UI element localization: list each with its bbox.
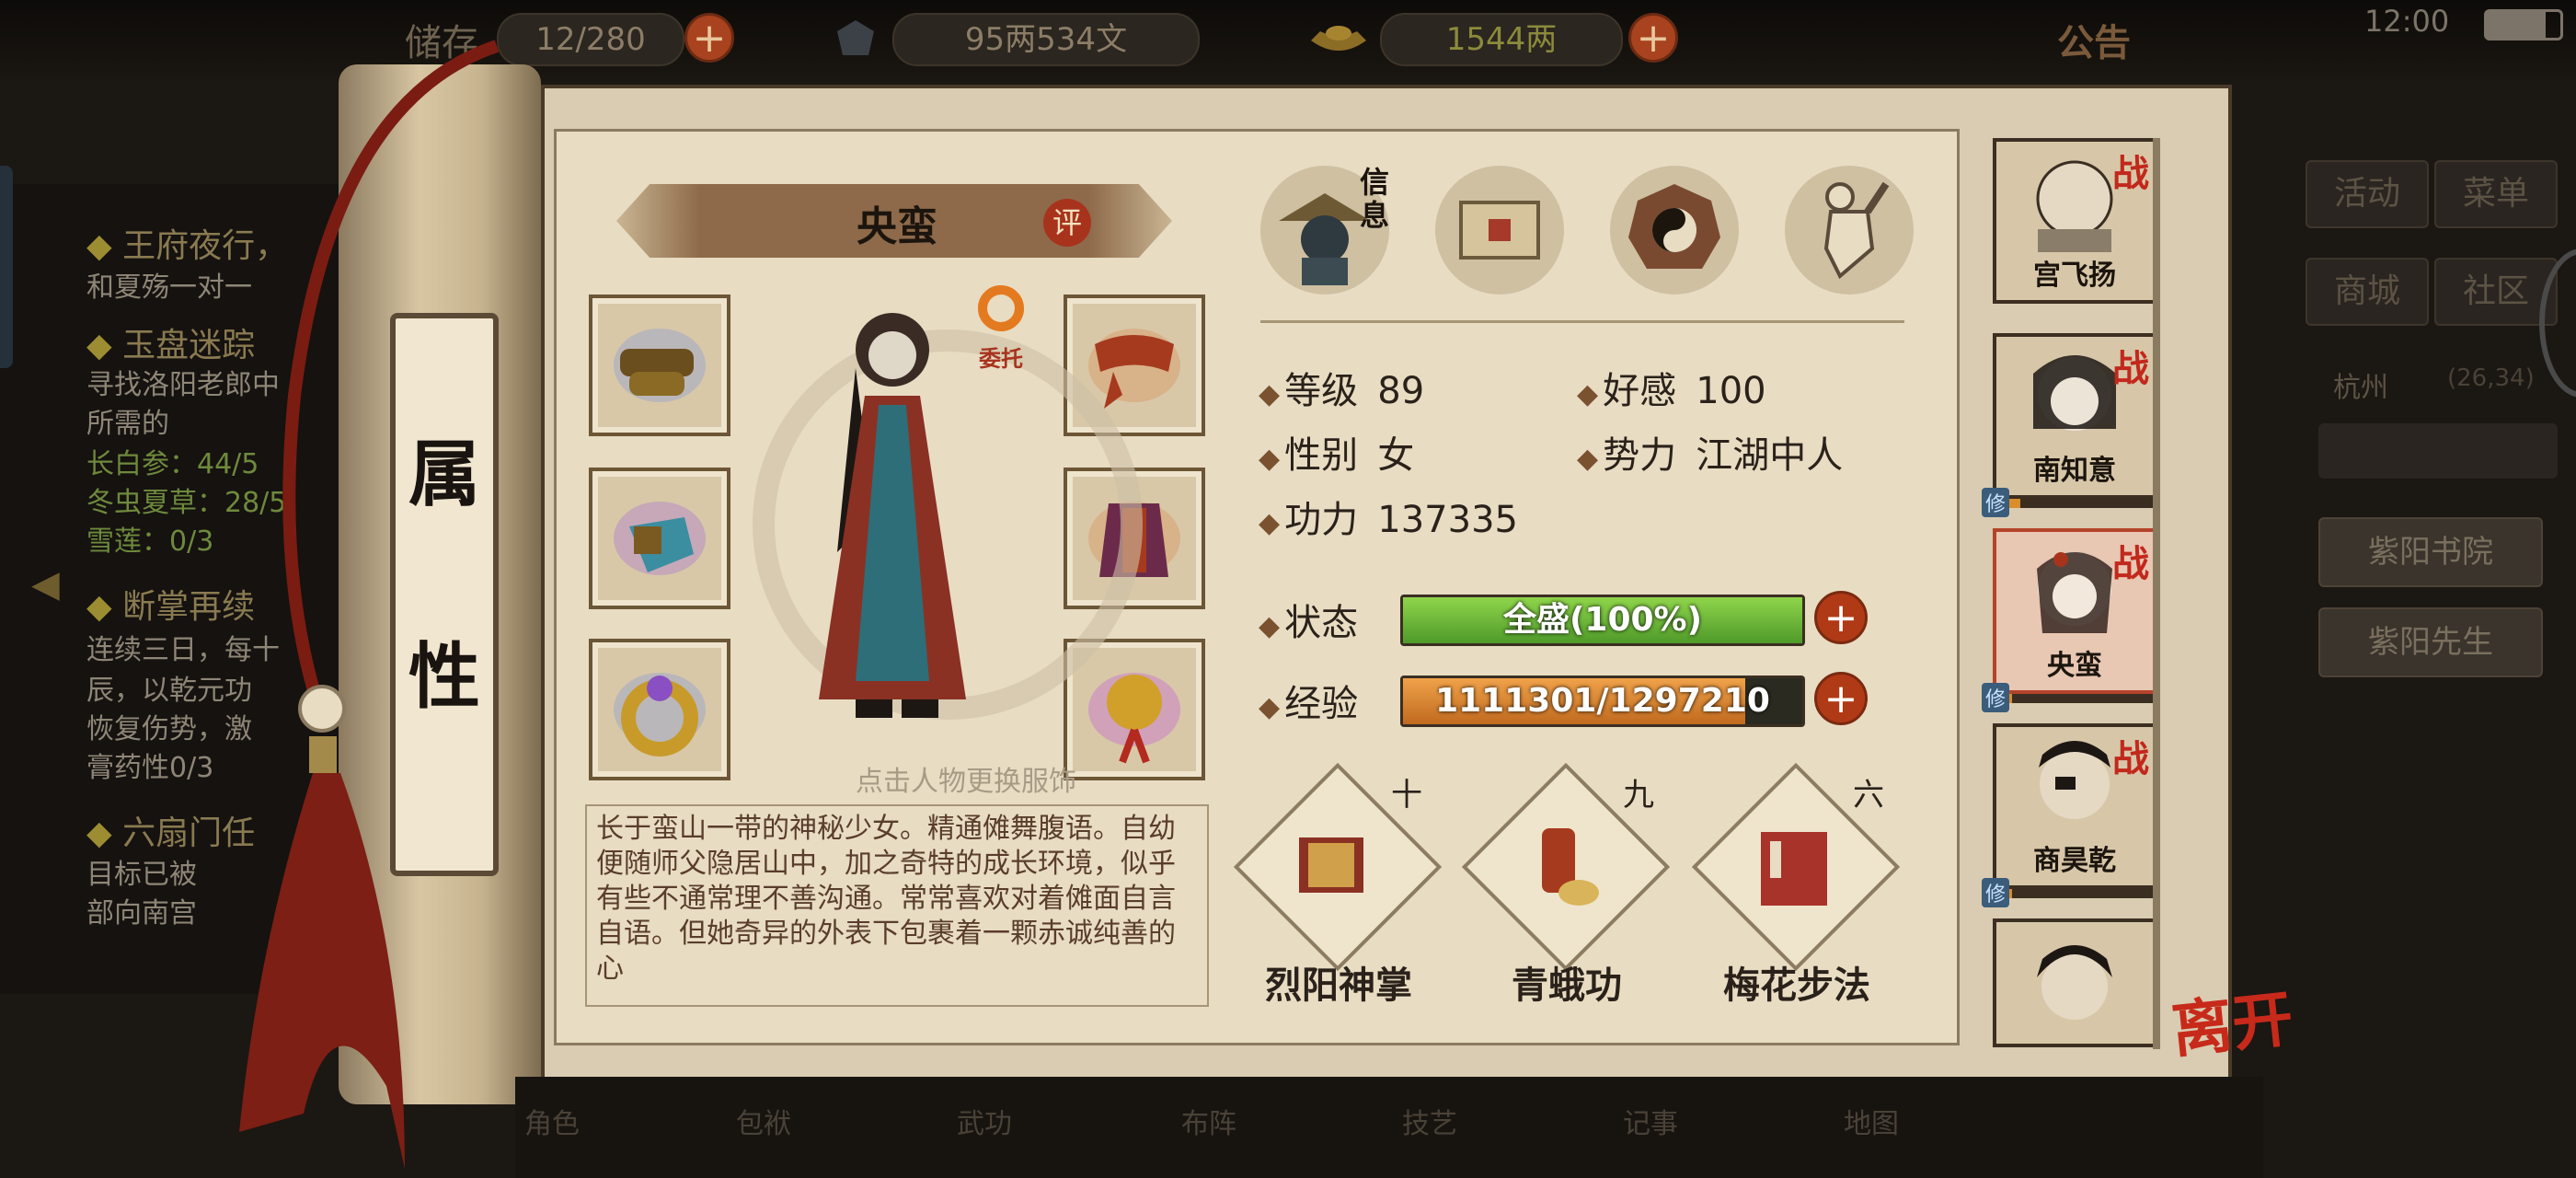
evaluate-button[interactable]: 评 — [1043, 199, 1091, 247]
gold-amount: 1544两 — [1380, 13, 1623, 66]
power-row: ◆ 功力 137335 — [1259, 499, 1518, 541]
location-button-1[interactable]: 紫阳书院 — [2318, 517, 2543, 587]
status-value: 全盛(100%) — [1502, 601, 1703, 639]
nav-bag[interactable]: 包袱 — [736, 1101, 791, 1141]
gauntlet-icon — [614, 502, 706, 575]
character-description: 长于蛮山一带的神秘少女。精通傩舞腹语。自幼便随师父隐居山中，加之奇特的成长环境，… — [585, 804, 1209, 1007]
city-name: 杭州 — [2333, 372, 2388, 404]
quest-body-4a: 目标已被 — [86, 859, 197, 891]
tab-bagua[interactable] — [1610, 166, 1739, 294]
manual-book-icon — [1761, 832, 1827, 906]
battery-icon — [2484, 9, 2563, 40]
delegate-icon[interactable] — [964, 276, 1038, 341]
nav-map[interactable]: 地图 — [1844, 1101, 1899, 1141]
character-name: 央蛮 — [857, 203, 937, 250]
tassel-decoration — [239, 40, 500, 1169]
attribute-tab[interactable]: 属 性 — [390, 313, 499, 876]
delegate-label: 委托 — [979, 346, 1023, 372]
roster-scrollbar[interactable] — [2153, 138, 2160, 1049]
tab-body[interactable] — [1785, 166, 1914, 294]
quest-item-3: 雪莲：0/3 — [86, 525, 214, 558]
activity-button[interactable]: 活动 — [2306, 160, 2429, 228]
tab-divider — [1260, 320, 1904, 323]
skill-level-2: 九 — [1623, 777, 1654, 814]
nav-skills[interactable]: 技艺 — [1402, 1101, 1457, 1141]
equip-slot-ring[interactable] — [589, 639, 730, 780]
faction-row: ◆ 势力 江湖中人 — [1577, 434, 1844, 477]
compass-strip — [2318, 423, 2558, 479]
character-portrait[interactable] — [745, 276, 1178, 755]
nav-formation[interactable]: 布阵 — [1181, 1101, 1236, 1141]
document-icon — [1459, 201, 1540, 260]
announcement-button[interactable]: 公告 — [2057, 13, 2131, 66]
exp-add-button[interactable]: + — [1814, 672, 1868, 725]
palm-scroll-icon — [1299, 837, 1363, 893]
gold-ingot-icon — [1306, 15, 1371, 63]
portrait-long-hair-man — [2037, 945, 2112, 1020]
level-row: ◆ 等级 89 — [1259, 370, 1425, 412]
status-label: ◆ 状态 — [1259, 602, 1359, 644]
gender-value: 女 — [1377, 434, 1415, 477]
menu-button[interactable]: 菜单 — [2434, 160, 2558, 228]
nav-role[interactable]: 角色 — [524, 1101, 580, 1141]
gold-add-button[interactable]: + — [1628, 13, 1678, 63]
faction-value: 江湖中人 — [1696, 434, 1844, 477]
quest-body-2b: 所需的 — [86, 408, 169, 440]
exp-value: 1111301/1297210 — [1435, 682, 1770, 720]
muscle-body-icon — [1823, 181, 1890, 280]
scroll-gourd-icon — [1542, 828, 1599, 906]
left-edge-tab[interactable] — [0, 166, 13, 368]
roster-card-2[interactable]: 战 南知意 修 — [1982, 333, 2156, 517]
location-button-2[interactable]: 紫阳先生 — [2318, 607, 2543, 677]
quest-body-3d: 膏药性0/3 — [86, 752, 214, 784]
equip-slot-gloves[interactable] — [589, 468, 730, 609]
roster-card-5[interactable] — [1993, 918, 2156, 1047]
city-coords: (26,34) — [2447, 364, 2535, 392]
quest-body-4b: 部向南宫 — [86, 897, 197, 930]
nav-journal[interactable]: 记事 — [1623, 1101, 1678, 1141]
ring-icon — [614, 673, 706, 756]
status-bar: 全盛(100%) — [1400, 595, 1805, 646]
skill-level-3: 六 — [1853, 777, 1884, 814]
tab-letter[interactable] — [1435, 166, 1564, 294]
status-add-button[interactable]: + — [1814, 591, 1868, 644]
clock: 12:00 — [2364, 4, 2450, 39]
storage-add-button[interactable]: + — [684, 13, 734, 63]
collapse-arrow-icon[interactable]: ◀ — [31, 563, 60, 606]
skill-name-3: 梅花步法 — [1723, 964, 1870, 1007]
change-outfit-hint: 点击人物更换服饰 — [856, 766, 1076, 798]
level-value: 89 — [1377, 370, 1425, 412]
bagua-icon — [1628, 184, 1720, 269]
roster-card-4[interactable]: 战 商昊乾 修 — [1982, 723, 2156, 907]
exp-label: ◆ 经验 — [1259, 683, 1359, 725]
money-amount: 95两534文 — [892, 13, 1200, 66]
equip-slot-weapon[interactable] — [589, 294, 730, 436]
affection-value: 100 — [1696, 370, 1766, 412]
roster-card-3[interactable]: 战 央蛮 修 — [1982, 528, 2156, 712]
leave-button[interactable]: 离开 — [2167, 969, 2296, 1069]
skill-name-2: 青蛾功 — [1512, 964, 1622, 1007]
skill-name-1: 烈阳神掌 — [1265, 964, 1412, 1007]
gender-row: ◆ 性别 女 — [1259, 434, 1415, 477]
affection-row: ◆ 好感 100 — [1577, 370, 1766, 412]
shop-button[interactable]: 商城 — [2306, 258, 2429, 326]
bracer-icon — [614, 329, 706, 402]
nav-martial[interactable]: 武功 — [957, 1101, 1012, 1141]
money-pouch-icon — [828, 13, 883, 64]
exp-bar: 1111301/1297210 — [1400, 676, 1805, 727]
roster-card-1[interactable]: 战 宫飞扬 — [1993, 138, 2156, 304]
power-value: 137335 — [1377, 499, 1518, 541]
tab-info-label: 信息 — [1360, 165, 1390, 233]
skill-level-1: 十 — [1391, 777, 1422, 814]
